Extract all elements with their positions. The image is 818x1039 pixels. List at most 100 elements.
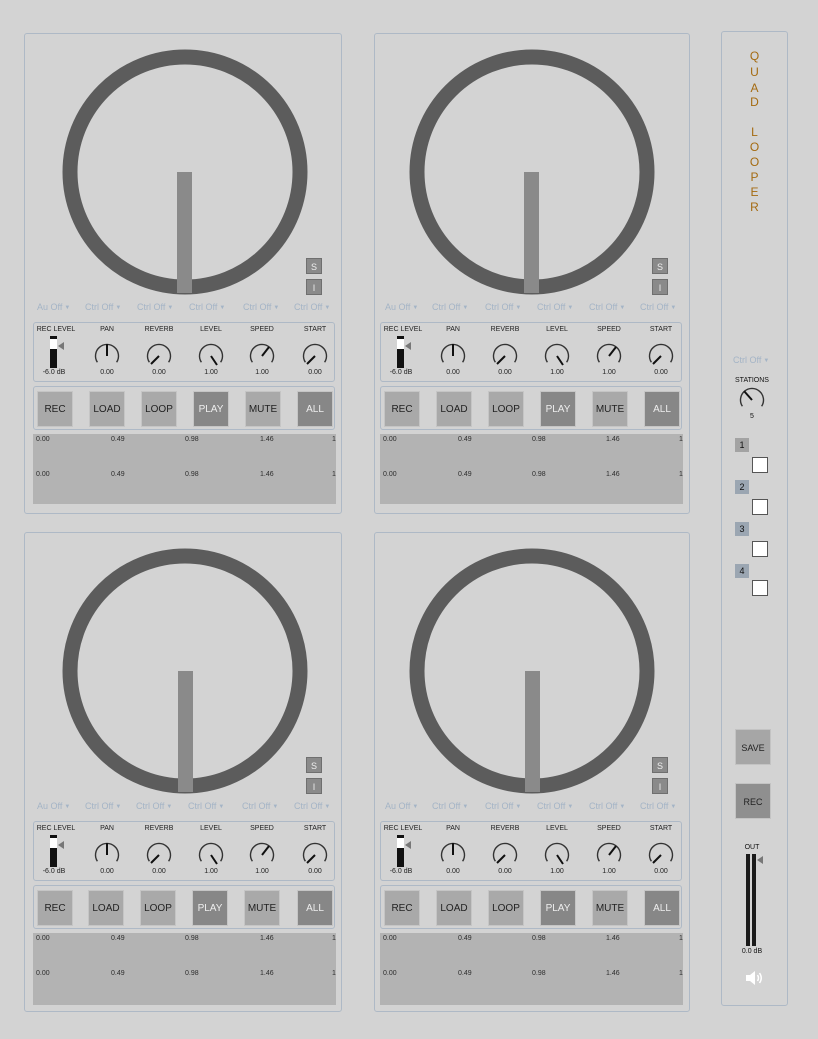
speed-knob[interactable] bbox=[247, 340, 277, 370]
play-button[interactable]: PLAY bbox=[540, 391, 576, 427]
ctrl-dropdown-start[interactable]: Ctrl Off ▼ bbox=[640, 801, 676, 811]
ctrl-dropdown-start[interactable]: Ctrl Off ▼ bbox=[640, 302, 676, 312]
speed-knob[interactable] bbox=[247, 839, 277, 869]
ctrl-dropdown-level[interactable]: Ctrl Off ▼ bbox=[189, 302, 225, 312]
waveform-display[interactable]: 0.00 0.49 0.98 1.46 1 0.00 0.49 0.98 1.4… bbox=[380, 434, 683, 504]
waveform-display[interactable]: 0.00 0.49 0.98 1.46 1 0.00 0.49 0.98 1.4… bbox=[380, 933, 683, 1005]
solo-button[interactable]: S bbox=[652, 258, 668, 274]
master-rec-button[interactable]: REC bbox=[735, 783, 771, 819]
input-button[interactable]: I bbox=[652, 279, 668, 295]
start-knob[interactable] bbox=[300, 340, 330, 370]
start-knob[interactable] bbox=[646, 839, 676, 869]
ctrl-dropdown-pan[interactable]: Ctrl Off ▼ bbox=[432, 302, 468, 312]
audio-dropdown[interactable]: Au Off ▼ bbox=[385, 302, 418, 312]
station-checkbox-1[interactable] bbox=[752, 457, 768, 473]
all-button[interactable]: ALL bbox=[297, 890, 333, 926]
loop-disc[interactable] bbox=[375, 34, 689, 304]
stations-ctrl-dropdown[interactable]: Ctrl Off ▼ bbox=[733, 355, 769, 365]
load-button[interactable]: LOAD bbox=[89, 391, 125, 427]
loop-button[interactable]: LOOP bbox=[140, 890, 176, 926]
speed-knob[interactable] bbox=[594, 839, 624, 869]
loop-button[interactable]: LOOP bbox=[488, 890, 524, 926]
level-knob[interactable] bbox=[196, 839, 226, 869]
audio-dropdown[interactable]: Au Off ▼ bbox=[37, 302, 70, 312]
reverb-knob[interactable] bbox=[490, 340, 520, 370]
level-knob[interactable] bbox=[542, 839, 572, 869]
loop-button[interactable]: LOOP bbox=[141, 391, 177, 427]
start-knob[interactable] bbox=[646, 340, 676, 370]
rec-level-slider-handle[interactable] bbox=[405, 841, 411, 849]
ctrl-dropdown-level[interactable]: Ctrl Off ▼ bbox=[537, 302, 573, 312]
rec-button[interactable]: REC bbox=[37, 890, 73, 926]
ctrl-dropdown-pan[interactable]: Ctrl Off ▼ bbox=[85, 801, 121, 811]
mute-button[interactable]: MUTE bbox=[244, 890, 280, 926]
loop-button[interactable]: LOOP bbox=[488, 391, 524, 427]
input-button[interactable]: I bbox=[306, 778, 322, 794]
start-knob[interactable] bbox=[300, 839, 330, 869]
pan-knob[interactable] bbox=[438, 839, 468, 869]
mute-button[interactable]: MUTE bbox=[245, 391, 281, 427]
pan-knob[interactable] bbox=[92, 839, 122, 869]
ctrl-dropdown-speed[interactable]: Ctrl Off ▼ bbox=[589, 302, 625, 312]
solo-button[interactable]: S bbox=[306, 258, 322, 274]
level-knob[interactable] bbox=[196, 340, 226, 370]
ctrl-dropdown-start[interactable]: Ctrl Off ▼ bbox=[294, 302, 330, 312]
ctrl-dropdown-speed[interactable]: Ctrl Off ▼ bbox=[589, 801, 625, 811]
pan-knob[interactable] bbox=[92, 340, 122, 370]
audio-dropdown[interactable]: Au Off ▼ bbox=[37, 801, 70, 811]
rec-button[interactable]: REC bbox=[384, 391, 420, 427]
save-button[interactable]: SAVE bbox=[735, 729, 771, 765]
load-button[interactable]: LOAD bbox=[436, 391, 472, 427]
solo-button[interactable]: S bbox=[652, 757, 668, 773]
ctrl-dropdown-speed[interactable]: Ctrl Off ▼ bbox=[243, 302, 279, 312]
play-button[interactable]: PLAY bbox=[540, 890, 576, 926]
out-level-handle[interactable] bbox=[757, 856, 763, 864]
waveform-display[interactable]: 0.00 0.49 0.98 1.46 1 0.00 0.49 0.98 1.4… bbox=[33, 434, 336, 504]
ctrl-dropdown-pan[interactable]: Ctrl Off ▼ bbox=[432, 801, 468, 811]
dropdown-text: Ctrl Off bbox=[640, 801, 669, 811]
reverb-knob[interactable] bbox=[144, 839, 174, 869]
reverb-knob[interactable] bbox=[490, 839, 520, 869]
ctrl-dropdown-level[interactable]: Ctrl Off ▼ bbox=[537, 801, 573, 811]
play-button[interactable]: PLAY bbox=[193, 391, 229, 427]
pan-knob[interactable] bbox=[438, 340, 468, 370]
stations-knob[interactable] bbox=[737, 384, 767, 414]
mute-button[interactable]: MUTE bbox=[592, 890, 628, 926]
ctrl-dropdown-reverb[interactable]: Ctrl Off ▼ bbox=[485, 302, 521, 312]
ctrl-dropdown-level[interactable]: Ctrl Off ▼ bbox=[188, 801, 224, 811]
ctrl-dropdown-pan[interactable]: Ctrl Off ▼ bbox=[85, 302, 121, 312]
loop-disc[interactable] bbox=[25, 34, 341, 304]
station-checkbox-3[interactable] bbox=[752, 541, 768, 557]
all-button[interactable]: ALL bbox=[297, 391, 333, 427]
play-button[interactable]: PLAY bbox=[192, 890, 228, 926]
input-button[interactable]: I bbox=[652, 778, 668, 794]
ctrl-dropdown-reverb[interactable]: Ctrl Off ▼ bbox=[485, 801, 521, 811]
loop-disc[interactable] bbox=[375, 533, 689, 803]
rec-level-slider-handle[interactable] bbox=[405, 342, 411, 350]
ctrl-dropdown-speed[interactable]: Ctrl Off ▼ bbox=[242, 801, 278, 811]
ctrl-dropdown-reverb[interactable]: Ctrl Off ▼ bbox=[137, 302, 173, 312]
load-button[interactable]: LOAD bbox=[436, 890, 472, 926]
mute-button[interactable]: MUTE bbox=[592, 391, 628, 427]
speed-knob[interactable] bbox=[594, 340, 624, 370]
rec-level-slider-handle[interactable] bbox=[58, 342, 64, 350]
loop-disc[interactable] bbox=[25, 533, 341, 803]
reverb-knob[interactable] bbox=[144, 340, 174, 370]
ctrl-dropdown-row: Au Off ▼ Ctrl Off ▼ Ctrl Off ▼ Ctrl Off ▼ Ct… bbox=[33, 801, 339, 815]
speaker-icon[interactable] bbox=[744, 969, 764, 987]
rec-button[interactable]: REC bbox=[384, 890, 420, 926]
input-button[interactable]: I bbox=[306, 279, 322, 295]
ctrl-dropdown-reverb[interactable]: Ctrl Off ▼ bbox=[136, 801, 172, 811]
rec-level-slider-handle[interactable] bbox=[58, 841, 64, 849]
audio-dropdown[interactable]: Au Off ▼ bbox=[385, 801, 418, 811]
level-knob[interactable] bbox=[542, 340, 572, 370]
solo-button[interactable]: S bbox=[306, 757, 322, 773]
ctrl-dropdown-start[interactable]: Ctrl Off ▼ bbox=[294, 801, 330, 811]
load-button[interactable]: LOAD bbox=[88, 890, 124, 926]
station-checkbox-2[interactable] bbox=[752, 499, 768, 515]
waveform-display[interactable]: 0.00 0.49 0.98 1.46 1 0.00 0.49 0.98 1.4… bbox=[33, 933, 336, 1005]
station-checkbox-4[interactable] bbox=[752, 580, 768, 596]
all-button[interactable]: ALL bbox=[644, 890, 680, 926]
rec-button[interactable]: REC bbox=[37, 391, 73, 427]
all-button[interactable]: ALL bbox=[644, 391, 680, 427]
